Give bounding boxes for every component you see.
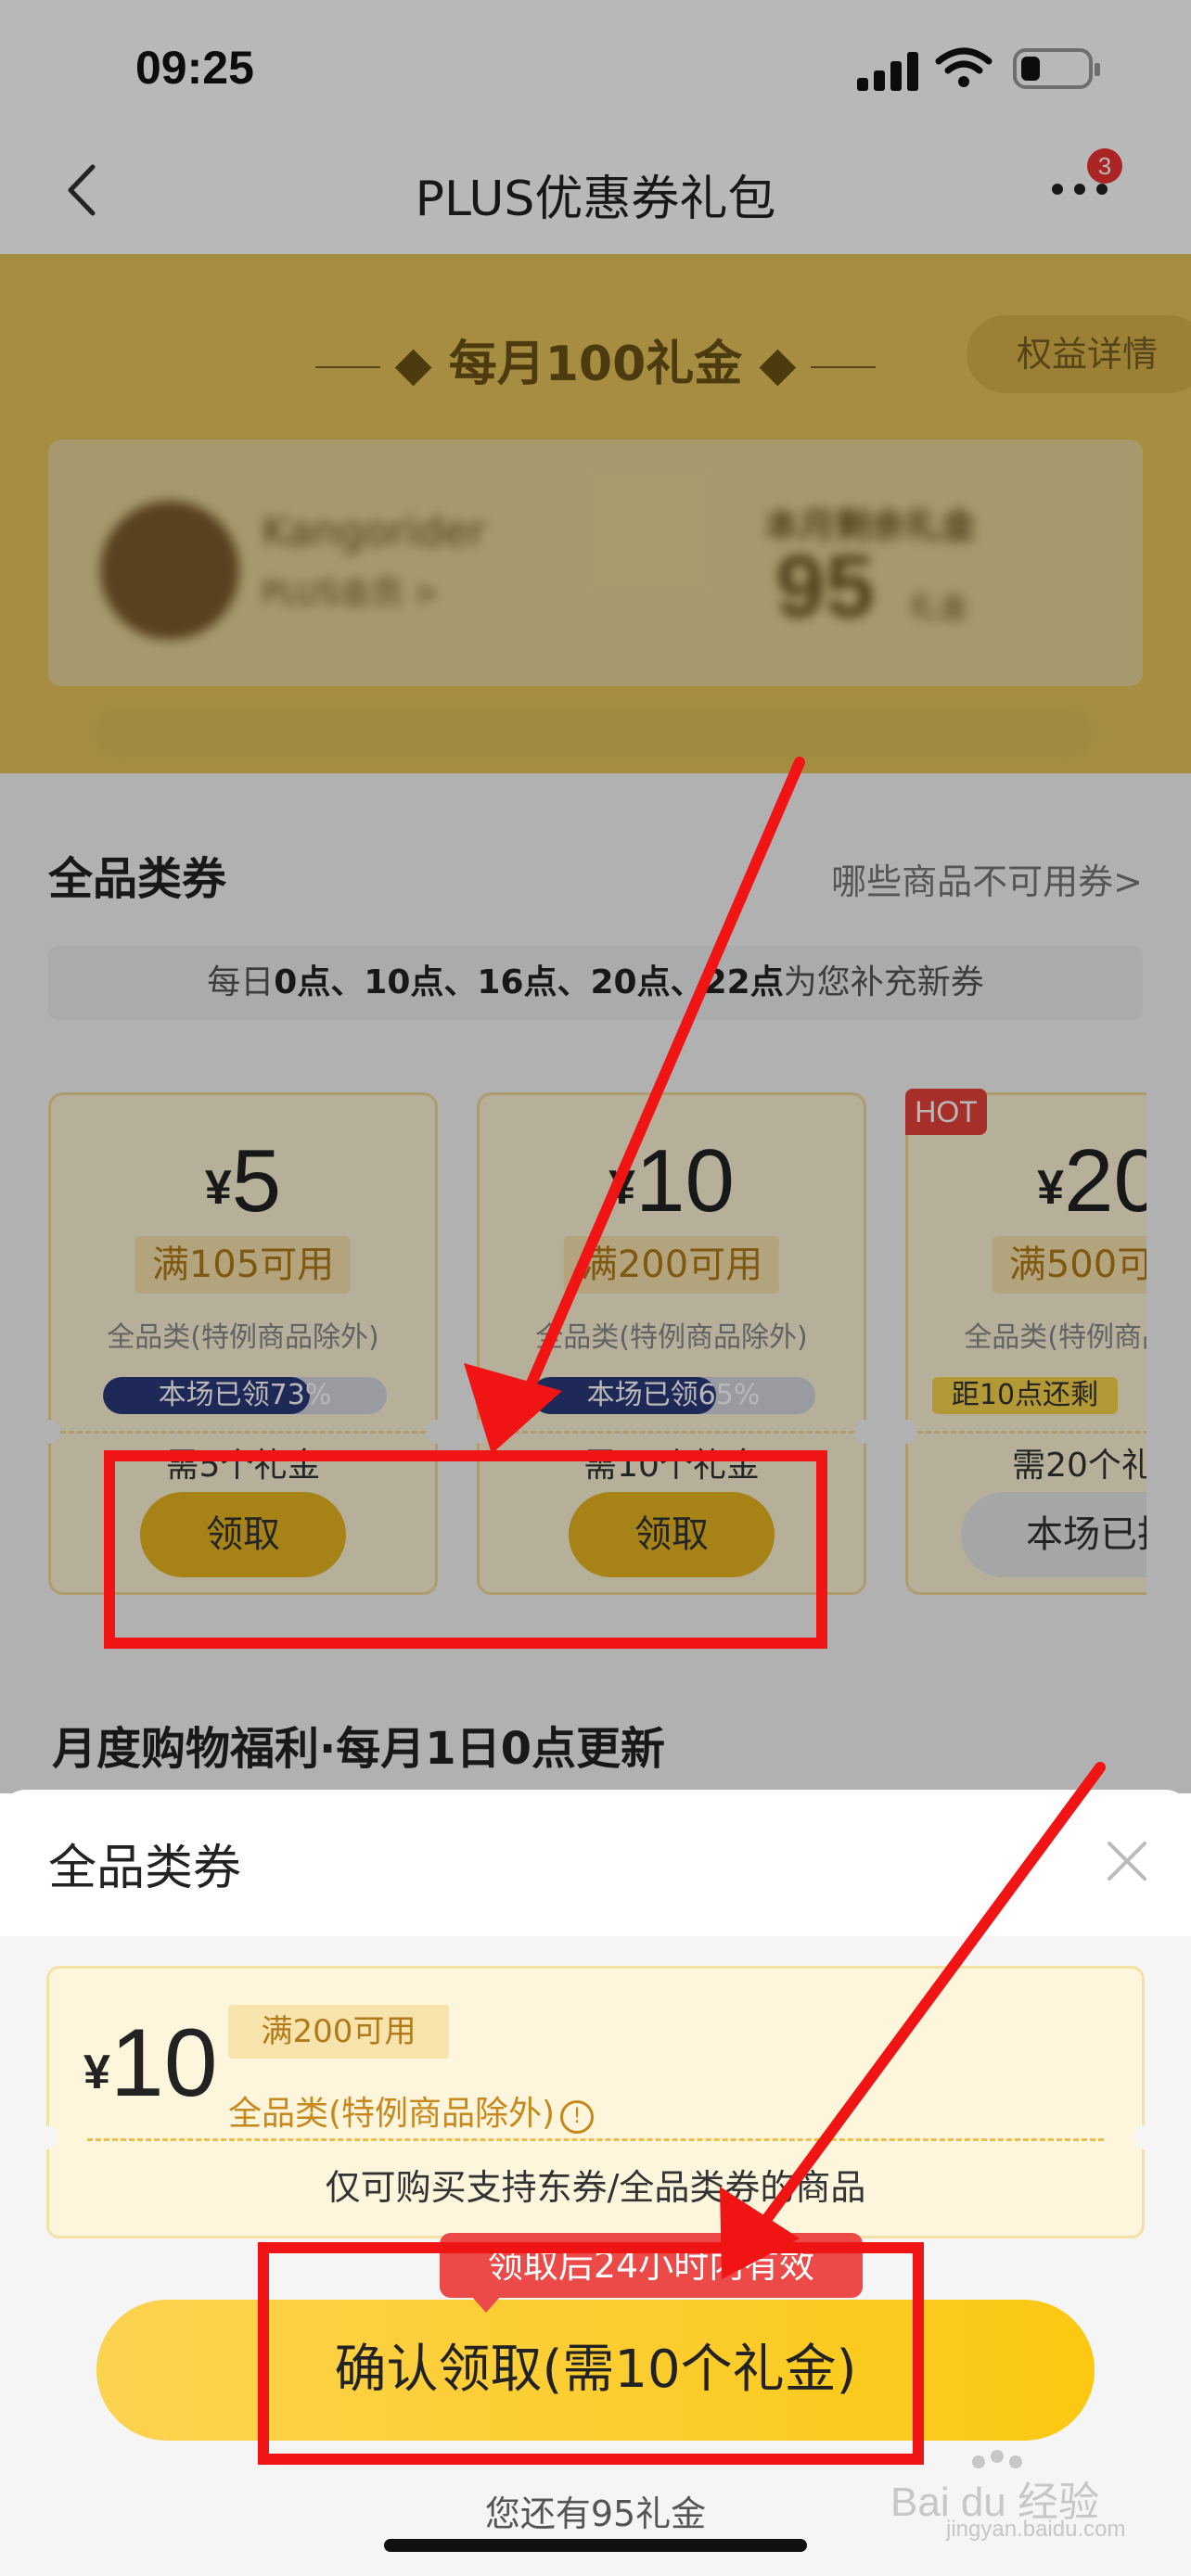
selected-coupon-price: ¥10 — [83, 2009, 218, 2119]
yen-symbol: ¥ — [83, 2046, 110, 2099]
sheet-title: 全品类券 — [48, 1841, 242, 1896]
divider — [87, 2138, 1104, 2141]
ticket-notch — [1133, 2125, 1158, 2149]
baidu-watermark: Bai du 经验 jingyan.baidu.com — [890, 2448, 1169, 2542]
selected-coupon-condition: 满200可用 — [228, 2005, 449, 2059]
annotation-box-claim-buttons — [104, 1450, 827, 1649]
watermark-url: jingyan.baidu.com — [946, 2517, 1126, 2542]
coupon-usage-note: 仅可购买支持东券/全品类券的商品 — [325, 2167, 866, 2208]
selected-coupon-scope: 全品类(特例商品除外)! — [228, 2086, 595, 2135]
ticket-notch — [33, 2125, 58, 2149]
annotation-box-confirm — [258, 2242, 924, 2465]
selected-coupon-amount: 10 — [109, 2009, 218, 2117]
home-indicator — [384, 2539, 807, 2552]
close-icon[interactable] — [1104, 1838, 1150, 1884]
info-icon[interactable]: ! — [560, 2100, 595, 2134]
scope-text: 全品类(特例商品除外) — [228, 2095, 556, 2133]
